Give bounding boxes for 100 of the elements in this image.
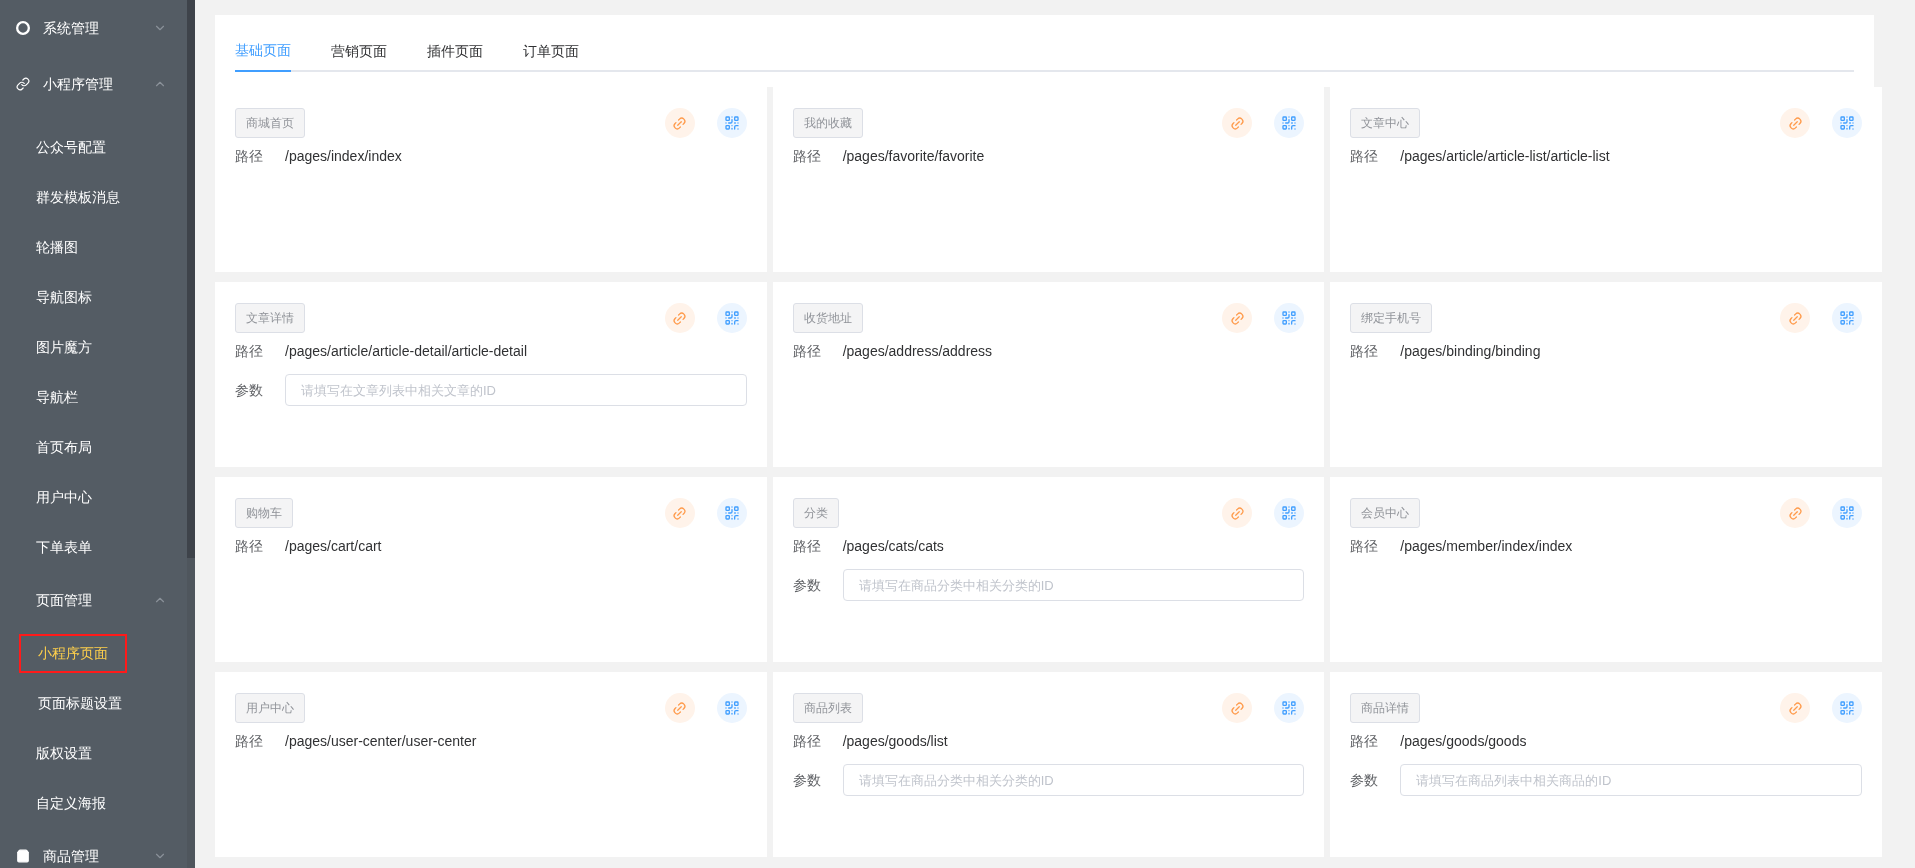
link-icon: [16, 77, 30, 91]
page-path: /pages/user-center/user-center: [285, 732, 477, 751]
qr-code-icon: [1839, 505, 1855, 521]
page-name-tag: 收货地址: [792, 303, 863, 333]
qr-code-button[interactable]: [716, 303, 747, 333]
qr-code-button[interactable]: [716, 498, 747, 528]
menu-item[interactable]: 下单表单: [19, 529, 109, 565]
page-path: /pages/index/index: [285, 147, 402, 166]
qr-code-icon: [1281, 505, 1298, 521]
copy-link-button[interactable]: [1222, 303, 1253, 333]
path-label: 路径: [235, 537, 264, 556]
tab[interactable]: 营销页面: [331, 31, 387, 72]
page-name-tag: 我的收藏: [792, 108, 863, 138]
qr-code-icon: [1839, 310, 1855, 326]
copy-link-button[interactable]: [664, 693, 695, 723]
path-label: 路径: [1350, 537, 1380, 556]
menu-item[interactable]: 首页布局: [19, 429, 109, 465]
qr-code-icon: [723, 115, 740, 131]
page-name-tag: 商城首页: [235, 108, 305, 138]
qr-code-button[interactable]: [1274, 498, 1305, 528]
param-label: 参数: [792, 770, 822, 790]
copy-link-button[interactable]: [1780, 498, 1810, 528]
qr-code-icon: [723, 505, 740, 521]
page-path: /pages/member/index/index: [1400, 537, 1573, 556]
copy-link-button[interactable]: [1780, 303, 1810, 333]
menu-item[interactable]: 导航图标: [19, 279, 109, 315]
path-label: 路径: [792, 537, 822, 556]
copy-link-button[interactable]: [664, 303, 695, 333]
page-name-tag: 购物车: [235, 498, 293, 528]
path-label: 路径: [792, 342, 822, 361]
copy-link-button[interactable]: [1780, 108, 1810, 138]
qr-code-icon: [1281, 700, 1298, 716]
qr-code-button[interactable]: [1832, 693, 1862, 723]
page-path: /pages/address/address: [842, 342, 993, 361]
submenu-title[interactable]: 页面管理: [0, 572, 187, 628]
menu-item[interactable]: 轮播图: [19, 229, 95, 265]
tab[interactable]: 插件页面: [427, 31, 483, 72]
path-label: 路径: [235, 732, 264, 751]
menu-item[interactable]: 小程序页面: [21, 635, 125, 671]
copy-link-button[interactable]: [1222, 498, 1253, 528]
qr-code-button[interactable]: [1274, 108, 1305, 138]
copy-link-button[interactable]: [664, 108, 695, 138]
page-name-tag: 会员中心: [1350, 498, 1421, 528]
menu-item[interactable]: 群发模板消息: [19, 179, 137, 215]
copy-link-button[interactable]: [1780, 693, 1810, 723]
scrollbar[interactable]: [187, 0, 195, 868]
page-path: /pages/cats/cats: [842, 537, 944, 556]
param-label: 参数: [1350, 770, 1380, 790]
page-path: /pages/cart/cart: [285, 537, 382, 556]
menu-item[interactable]: 页面标题设置: [21, 685, 139, 721]
copy-link-button[interactable]: [1222, 693, 1253, 723]
page-path: /pages/article/article-detail/article-detail: [285, 342, 527, 361]
qr-code-icon: [723, 700, 740, 716]
qr-code-button[interactable]: [1832, 498, 1862, 528]
menu-group-title[interactable]: 商品管理: [0, 828, 187, 868]
bag-icon: [16, 849, 30, 863]
path-label: 路径: [792, 147, 822, 166]
param-input[interactable]: 请填写在商品列表中相关商品的ID: [1400, 764, 1862, 796]
qr-code-icon: [1839, 115, 1855, 131]
qr-code-button[interactable]: [1274, 693, 1305, 723]
param-input[interactable]: 请填写在商品分类中相关分类的ID: [842, 569, 1305, 601]
menu-item[interactable]: 版权设置: [19, 735, 109, 771]
menu-item[interactable]: 自定义海报: [19, 785, 123, 821]
menu-group-title[interactable]: 小程序管理: [0, 56, 187, 112]
path-label: 路径: [235, 147, 264, 166]
menu-item[interactable]: 图片魔方: [19, 329, 109, 365]
menu-item[interactable]: 导航栏: [19, 379, 95, 415]
page-name-tag: 文章中心: [1350, 108, 1421, 138]
page-path: /pages/goods/list: [842, 732, 948, 751]
page-name-tag: 用户中心: [235, 693, 305, 723]
page-path: /pages/article/article-list/article-list: [1400, 147, 1610, 166]
path-label: 路径: [792, 732, 822, 751]
qr-code-icon: [1281, 310, 1298, 326]
param-input[interactable]: 请填写在商品分类中相关分类的ID: [842, 764, 1305, 796]
page-name-tag: 绑定手机号: [1350, 303, 1433, 333]
qr-code-button[interactable]: [716, 108, 747, 138]
qr-code-button[interactable]: [716, 693, 747, 723]
menu-item[interactable]: 用户中心: [19, 479, 109, 515]
qr-code-button[interactable]: [1832, 303, 1862, 333]
qr-code-icon: [1281, 115, 1298, 131]
qr-code-button[interactable]: [1274, 303, 1305, 333]
page-path: /pages/goods/goods: [1400, 732, 1527, 751]
path-label: 路径: [235, 342, 264, 361]
path-label: 路径: [1350, 342, 1380, 361]
page-name-tag: 商品详情: [1350, 693, 1421, 723]
path-label: 路径: [1350, 732, 1380, 751]
tab[interactable]: 订单页面: [523, 31, 579, 72]
copy-link-button[interactable]: [664, 498, 695, 528]
page-path: /pages/binding/binding: [1400, 342, 1541, 361]
page-name-tag: 商品列表: [792, 693, 863, 723]
page-name-tag: 文章详情: [235, 303, 305, 333]
menu-item[interactable]: 公众号配置: [19, 129, 123, 165]
param-input[interactable]: 请填写在文章列表中相关文章的ID: [285, 374, 747, 406]
qr-code-icon: [1839, 700, 1855, 716]
qr-code-button[interactable]: [1832, 108, 1862, 138]
menu-group-title[interactable]: 系统管理: [0, 0, 187, 56]
copy-link-button[interactable]: [1222, 108, 1253, 138]
page-path: /pages/favorite/favorite: [842, 147, 985, 166]
param-label: 参数: [235, 380, 264, 400]
ring-icon: [16, 21, 30, 35]
